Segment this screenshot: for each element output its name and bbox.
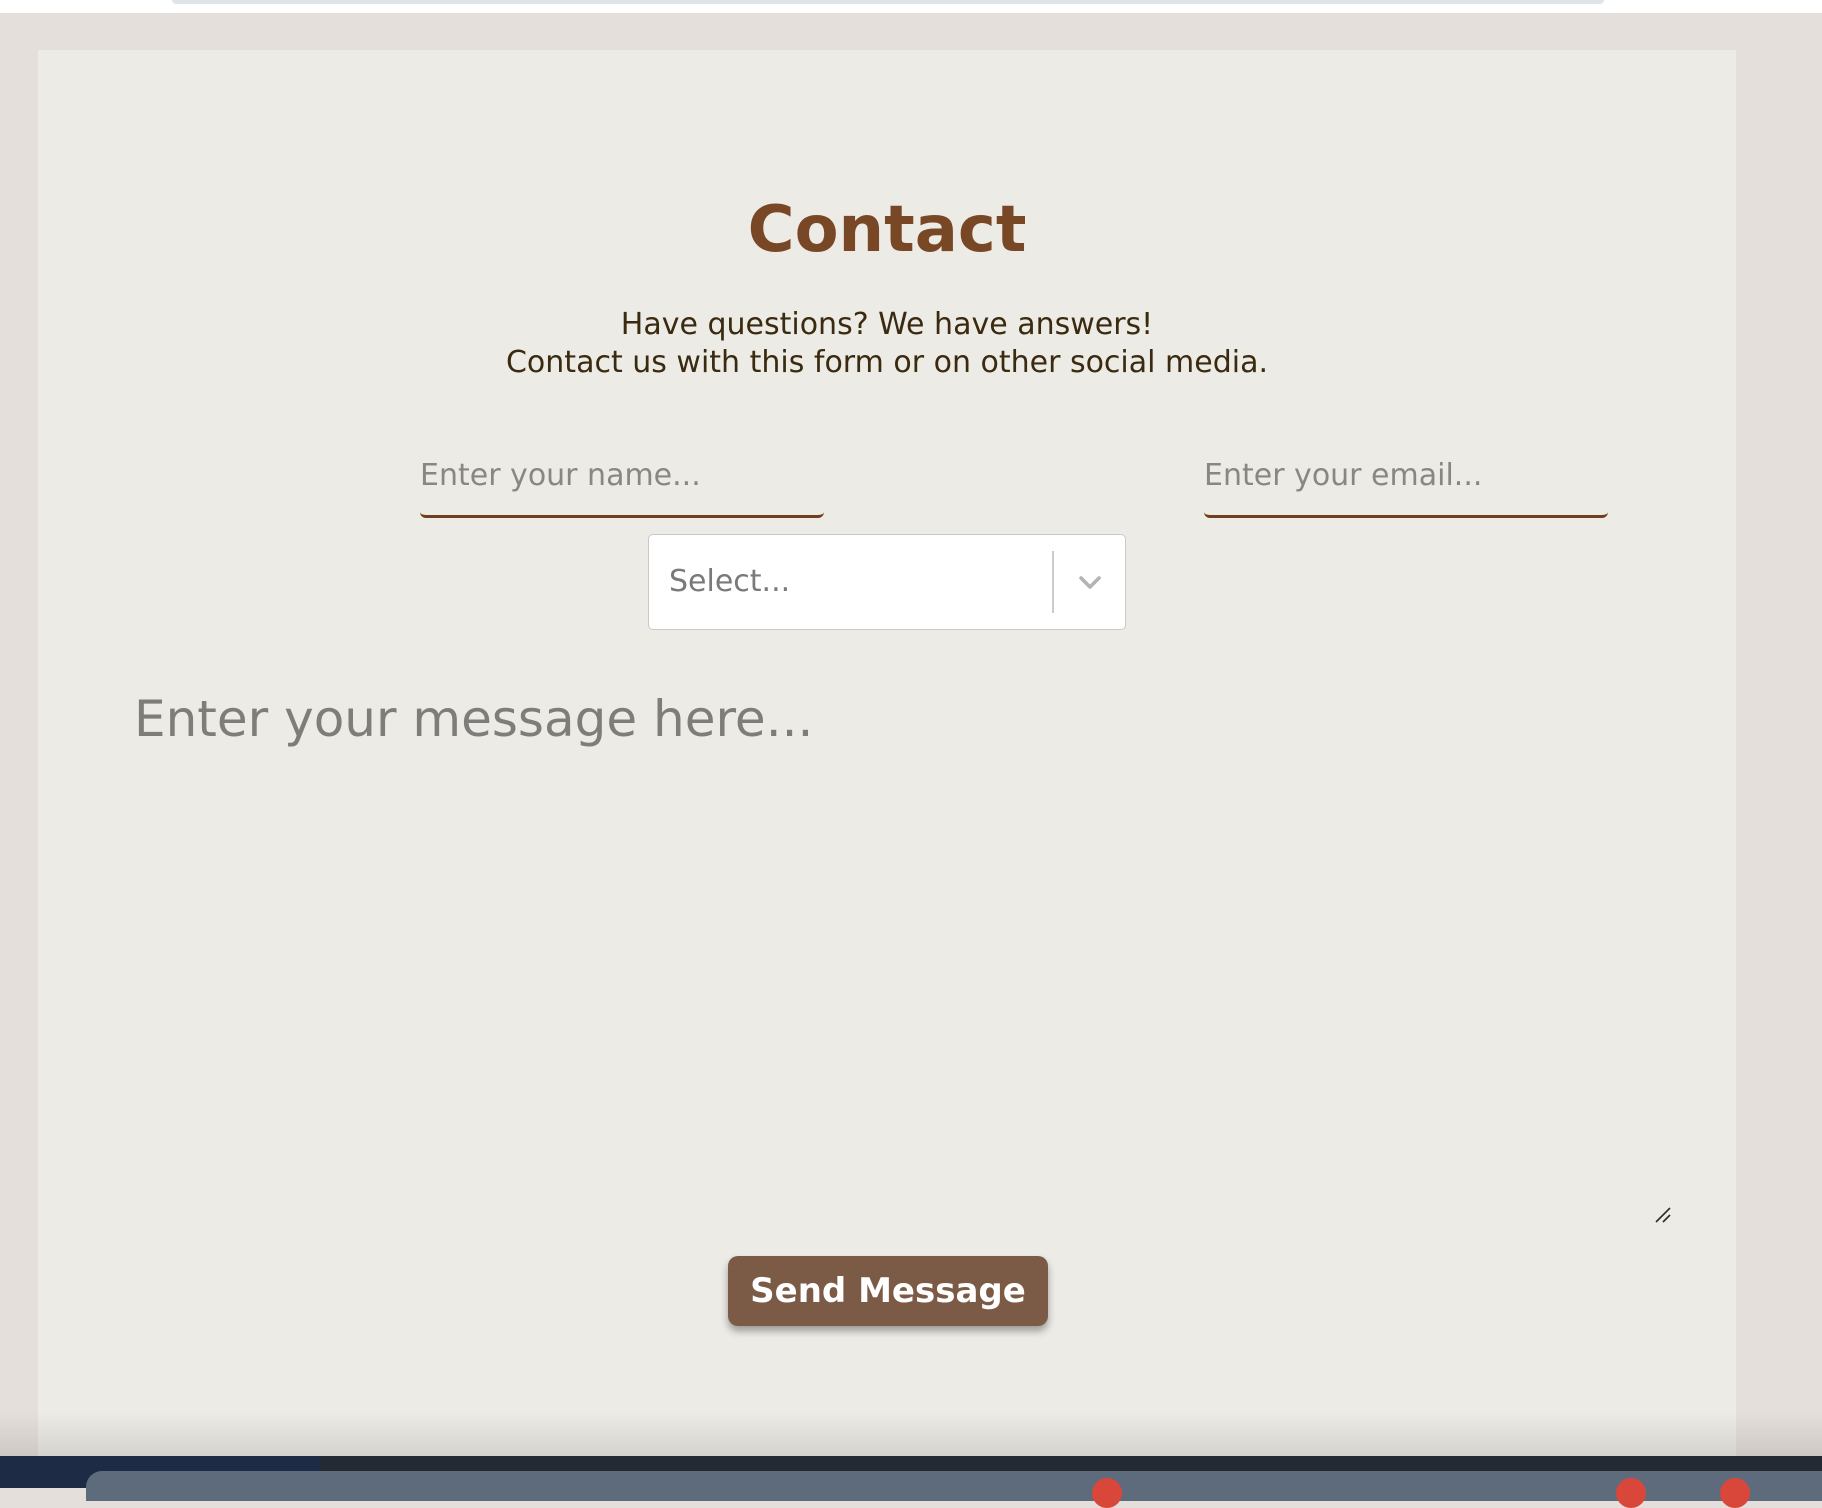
select-value: Select...: [669, 564, 791, 599]
browser-url-bar-edge: [172, 0, 1604, 4]
notification-dot-icon: [1616, 1478, 1646, 1508]
bottom-shadow: [0, 1412, 1822, 1456]
topic-select[interactable]: Select...: [648, 534, 1126, 630]
contact-card: Contact Have questions? We have answers!…: [38, 50, 1736, 1460]
taskbar-dock: [86, 1471, 1822, 1501]
send-message-button[interactable]: Send Message: [728, 1256, 1048, 1326]
os-taskbar: [0, 1456, 1822, 1508]
notification-dot-icon: [1720, 1478, 1750, 1508]
name-input[interactable]: [420, 436, 824, 518]
subtitle-line-1: Have questions? We have answers!: [620, 307, 1154, 342]
resize-handle-icon[interactable]: [1654, 1206, 1672, 1224]
browser-top-edge: [0, 0, 1822, 13]
notification-dot-icon: [1092, 1478, 1122, 1508]
message-textarea[interactable]: [134, 690, 1724, 1270]
email-input[interactable]: [1204, 436, 1608, 518]
subtitle-line-2: Contact us with this form or on other so…: [505, 345, 1268, 380]
select-separator: [1052, 551, 1054, 613]
chevron-down-icon[interactable]: [1077, 571, 1103, 593]
page-title: Contact: [747, 193, 1027, 267]
contact-subtitle: Have questions? We have answers! Contact…: [38, 306, 1736, 382]
